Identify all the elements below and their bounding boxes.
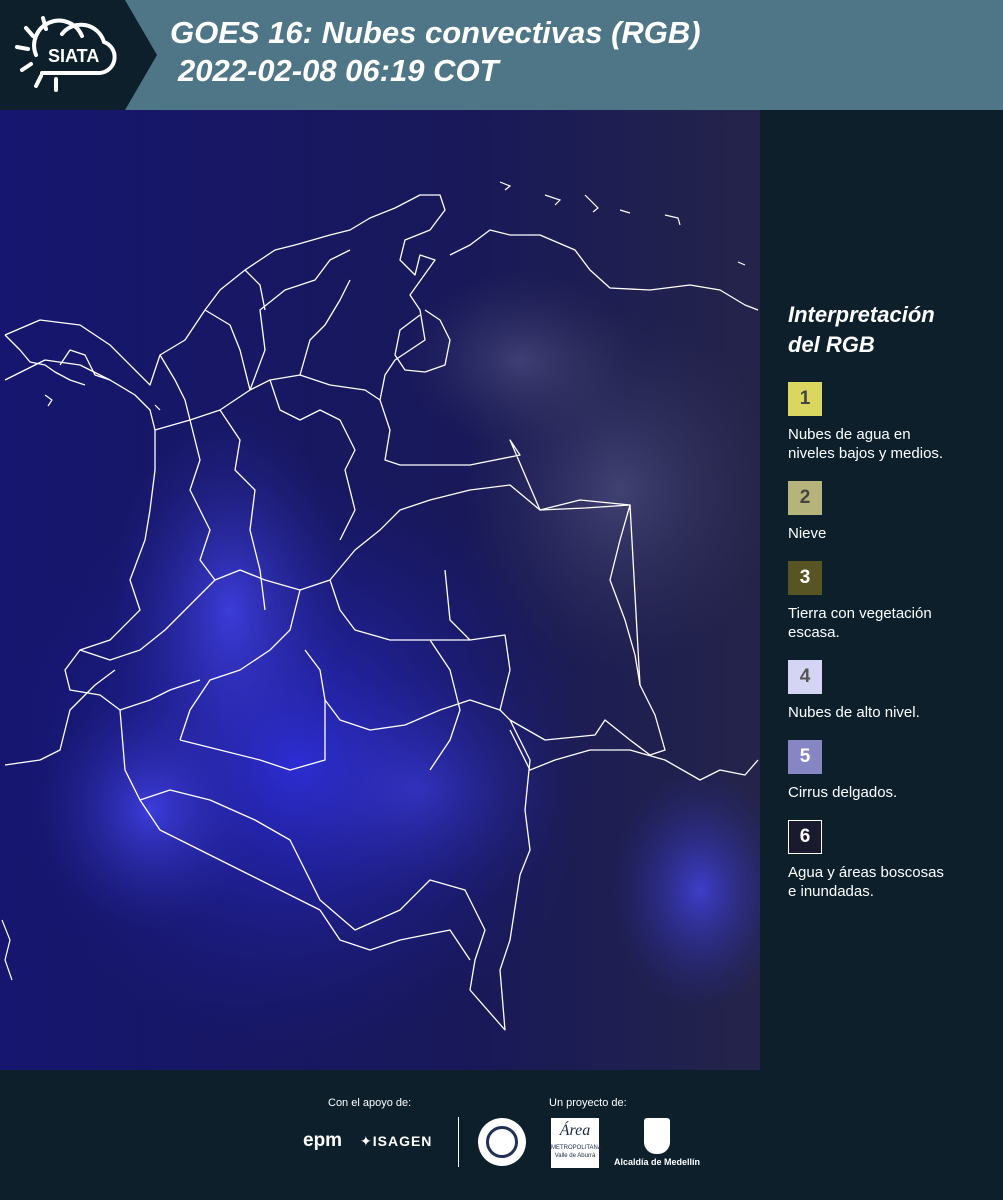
legend-number: 5 — [799, 746, 811, 767]
legend-label: Tierra con vegetación escasa. — [788, 604, 988, 642]
legend-label-line-2: e inundadas. — [788, 883, 874, 900]
legend-item-6: 6 Agua y áreas boscosas e inundadas. — [788, 820, 988, 901]
legend-label-line-1: Nubes de agua en — [788, 426, 911, 443]
epm-logo-text: epm — [303, 1130, 343, 1151]
project-caption: Un proyecto de: — [549, 1097, 627, 1109]
legend-swatch: 4 — [788, 660, 822, 694]
legend-swatch: 5 — [788, 740, 822, 774]
legend-label: Agua y áreas boscosas e inundadas. — [788, 863, 988, 901]
title-line-1: GOES 16: Nubes convectivas (RGB) — [170, 15, 701, 50]
area-logo-line-1: METROPOLITANA — [551, 1145, 602, 1151]
legend-label: Nubes de alto nivel. — [788, 703, 988, 722]
legend-label: Cirrus delgados. — [788, 783, 988, 802]
footer: Con el apoyo de: Un proyecto de: epm ✦IS… — [0, 1070, 1003, 1200]
legend-label: Nubes de agua en niveles bajos y medios. — [788, 425, 988, 463]
seal-inner-icon — [486, 1126, 518, 1158]
legend-label-line-1: Nubes de alto nivel. — [788, 704, 920, 721]
legend-label-line-1: Tierra con vegetación — [788, 605, 932, 622]
area-logo-script: Área — [559, 1122, 591, 1139]
legend-title: Interpretación del RGB — [788, 300, 988, 360]
legend-item-5: 5 Cirrus delgados. — [788, 740, 988, 802]
support-caption: Con el apoyo de: — [328, 1097, 412, 1109]
legend-number: 6 — [799, 826, 811, 847]
medellin-seal-logo — [478, 1118, 526, 1166]
map-svg — [0, 110, 760, 1070]
alcaldia-shield-icon — [644, 1118, 670, 1154]
satellite-map — [0, 110, 760, 1070]
legend-label: Nieve — [788, 524, 988, 543]
legend-label-line-1: Cirrus delgados. — [788, 784, 898, 801]
legend-swatch: 6 — [788, 820, 822, 854]
page-title: GOES 16: Nubes convectivas (RGB) 2022-02… — [170, 14, 701, 90]
isagen-mark-icon: ✦ — [360, 1133, 373, 1149]
legend-item-4: 4 Nubes de alto nivel. — [788, 660, 988, 722]
legend-number: 3 — [799, 567, 811, 588]
legend-number: 2 — [799, 487, 811, 508]
legend-items: 1 Nubes de agua en niveles bajos y medios.… — [788, 382, 988, 901]
legend-item-3: 3 Tierra con vegetación escasa. — [788, 561, 988, 642]
legend-label-line-1: Nieve — [788, 525, 827, 542]
alcaldia-logo-text: Alcaldía de Medellín — [613, 1157, 701, 1167]
legend-item-2: 2 Nieve — [788, 481, 988, 543]
area-logo-line-2: Valle de Aburrá — [554, 1153, 596, 1159]
footer-divider — [458, 1117, 459, 1167]
legend-title-line-2: del RGB — [788, 332, 875, 357]
alcaldia-logo: Alcaldía de Medellín — [612, 1118, 702, 1167]
epm-logo: epm — [303, 1130, 342, 1152]
isagen-logo: ✦ISAGEN — [360, 1133, 432, 1150]
legend-item-1: 1 Nubes de agua en niveles bajos y medios. — [788, 382, 988, 463]
legend-label-line-2: escasa. — [788, 624, 840, 641]
legend-swatch: 3 — [788, 561, 822, 595]
rgb-legend: Interpretación del RGB 1 Nubes de agua en… — [788, 300, 988, 919]
siata-brand-text: SIATA — [48, 46, 99, 66]
legend-swatch: 2 — [788, 481, 822, 515]
title-line-2: 2022-02-08 06:19 COT — [178, 53, 499, 88]
legend-title-line-1: Interpretación — [788, 302, 935, 327]
legend-number: 1 — [799, 388, 811, 409]
area-metropolitana-logo: Área METROPOLITANA Valle de Aburrá — [551, 1118, 602, 1168]
siata-logo-block: SIATA — [0, 0, 157, 110]
legend-number: 4 — [799, 666, 811, 687]
legend-label-line-2: niveles bajos y medios. — [788, 445, 944, 462]
legend-swatch: 1 — [788, 382, 822, 416]
header-bar: SIATA GOES 16: Nubes convectivas (RGB) 2… — [0, 0, 1003, 110]
isagen-logo-text: ISAGEN — [372, 1133, 433, 1149]
legend-label-line-1: Agua y áreas boscosas — [788, 864, 944, 881]
